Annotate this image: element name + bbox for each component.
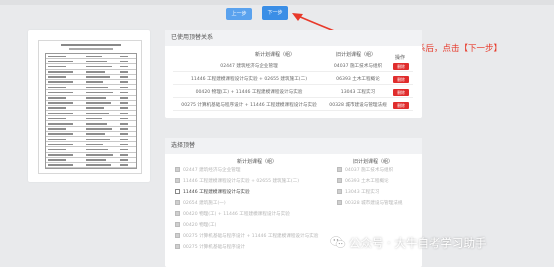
plan-option-label: 00275 计算机基础与程序设计 + 11446 工程建模课程设计与实验 [183, 234, 319, 239]
checkbox[interactable] [175, 221, 180, 227]
used-row: 00275 计算机基础与程序设计 + 11446 工程建模课程设计与实验 0032… [173, 100, 413, 111]
used-row-old: 00328 城市建设与管理法规 [329, 103, 387, 108]
delete-button[interactable]: 删除 [393, 76, 409, 83]
used-panel-title: 已使用顶替关系 [165, 30, 422, 46]
plan-option-label: 11446 工程建模课程设计与实验 + 02655 建筑施工(二) [183, 179, 300, 184]
old-option[interactable]: 06393 土木工程概论 [337, 177, 389, 186]
col-op-header: 操作 [395, 55, 406, 61]
select-col-old-header: 旧计划课程（组） [353, 159, 394, 165]
plan-option[interactable]: 02447 建筑经济与企业管理 [175, 166, 240, 175]
prev-step-button[interactable]: 上一步 [226, 8, 252, 20]
checkbox[interactable] [337, 166, 342, 172]
used-row-old: 06393 土木工程概论 [336, 77, 380, 82]
plan-option-label: 00420 物理(工) + 11446 工程建模课程设计与实验 [183, 212, 290, 217]
checkbox[interactable] [175, 210, 180, 216]
plan-option-label: 02447 建筑经济与企业管理 [183, 168, 241, 173]
watermark-text: 公众号 · 大牛自考学习助手 [349, 236, 487, 250]
old-option-label: 04037 施工技术与组织 [345, 168, 394, 173]
checkbox[interactable] [175, 199, 180, 205]
checkbox[interactable] [337, 199, 342, 205]
plan-option[interactable]: 02654 建筑施工(一) [175, 199, 226, 208]
plan-option[interactable]: 11446 工程建模课程设计与实验 [175, 188, 250, 197]
wechat-icon [330, 236, 346, 248]
delete-button[interactable]: 删除 [393, 63, 409, 70]
used-row-old: 04037 施工技术与组织 [333, 64, 383, 69]
checkbox[interactable] [175, 166, 180, 172]
used-row-old: 13043 工程实习 [340, 90, 376, 95]
plan-option[interactable]: 11446 工程建模课程设计与实验 + 02655 建筑施工(二) [175, 177, 299, 186]
old-option[interactable]: 04037 施工技术与组织 [337, 166, 393, 175]
used-row: 00420 物理(工) + 11446 工程建模课程设计与实验 13043 工程实… [173, 87, 413, 98]
used-row: 11446 工程建模课程设计与实验 + 02655 建筑施工(二) 06393 土… [173, 74, 413, 85]
plan-option-label: 00275 计算机基础与程序设计 [183, 245, 246, 250]
old-option[interactable]: 13043 工程实习 [337, 188, 379, 197]
used-row-plan: 02447 建筑经济与企业管理 [220, 64, 278, 69]
checkbox[interactable] [175, 232, 180, 238]
select-col-plan-header: 新计划课程（组） [237, 159, 278, 165]
old-option[interactable]: 00328 城市建设与管理法规 [337, 199, 402, 208]
col-old-header: 旧计划课程（组） [336, 52, 377, 58]
transcript-thumbnail [38, 40, 142, 174]
old-option-label: 06393 土木工程概论 [345, 179, 389, 184]
used-row-plan: 11446 工程建模课程设计与实验 + 02655 建筑施工(二) [190, 77, 307, 82]
select-panel-title: 选择顶替 [165, 138, 422, 154]
delete-button[interactable]: 删除 [393, 102, 409, 109]
col-plan-header: 新计划课程（组） [255, 52, 296, 58]
checkbox[interactable] [175, 177, 180, 183]
top-bar [0, 0, 554, 5]
plan-option[interactable]: 00275 计算机基础与程序设计 + 11446 工程建模课程设计与实验 [175, 232, 318, 241]
plan-option-label: 11446 工程建模课程设计与实验 [183, 190, 250, 195]
old-option-label: 00328 城市建设与管理法规 [345, 201, 403, 206]
plan-option[interactable]: 00275 计算机基础与程序设计 [175, 243, 245, 252]
used-replacement-panel: 已使用顶替关系 新计划课程（组） 旧计划课程（组） 操作 02447 建筑经济与… [165, 30, 422, 118]
document-preview [28, 30, 150, 182]
plan-option[interactable]: 00420 物理(工) + 11446 工程建模课程设计与实验 [175, 210, 290, 219]
checkbox[interactable] [175, 243, 180, 249]
used-row-plan: 00420 物理(工) + 11446 工程建模课程设计与实验 [195, 90, 303, 95]
delete-button[interactable]: 删除 [393, 89, 409, 96]
plan-option[interactable]: 00420 物理(工) [175, 221, 216, 230]
plan-option-label: 00420 物理(工) [183, 223, 217, 228]
old-option-label: 13043 工程实习 [345, 190, 380, 195]
checkbox[interactable] [337, 188, 342, 194]
checkbox[interactable] [175, 188, 180, 194]
checkbox[interactable] [337, 177, 342, 183]
used-row: 02447 建筑经济与企业管理 04037 施工技术与组织 删除 [173, 61, 413, 72]
used-row-plan: 00275 计算机基础与程序设计 + 11446 工程建模课程设计与实验 [181, 103, 317, 108]
watermark: 公众号 · 大牛自考学习助手 [330, 232, 486, 254]
plan-option-label: 02654 建筑施工(一) [183, 201, 226, 206]
next-step-button[interactable]: 下一步 [262, 6, 288, 20]
